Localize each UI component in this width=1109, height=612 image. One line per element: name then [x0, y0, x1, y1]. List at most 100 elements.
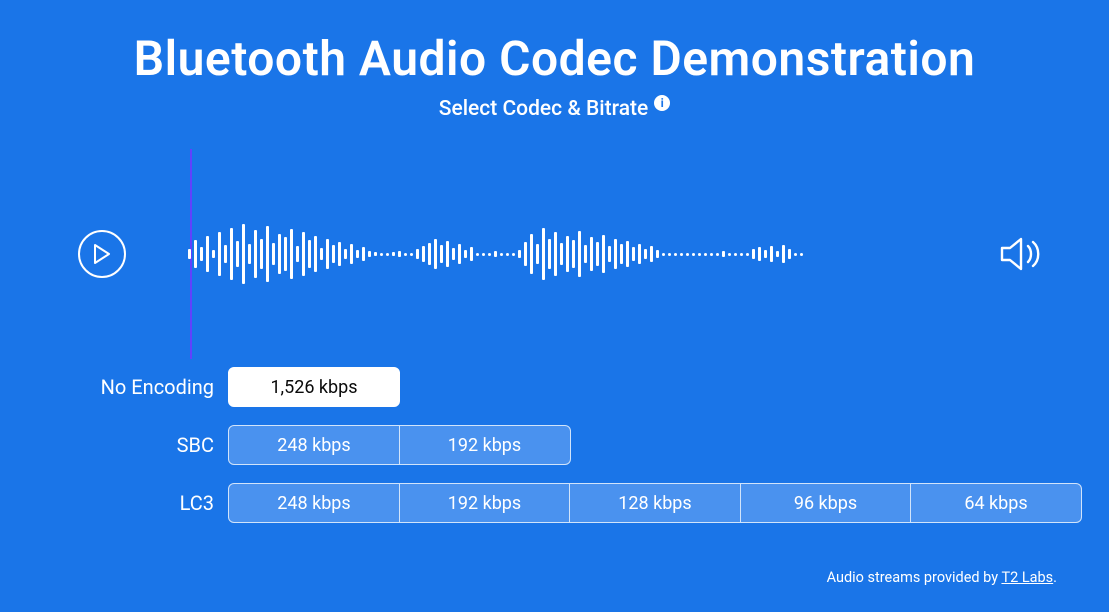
bitrate-button[interactable]: 192 kbps	[399, 483, 571, 523]
play-icon	[93, 244, 111, 264]
waveform-bar	[338, 242, 341, 266]
waveform-bar	[734, 253, 737, 256]
waveform-bar	[248, 244, 251, 264]
waveform-bar	[320, 248, 323, 260]
waveform-bar	[752, 249, 755, 259]
codec-button-group: 248 kbps192 kbps128 kbps96 kbps64 kbps	[228, 483, 1082, 523]
waveform-bar	[656, 250, 659, 258]
waveform-bar	[422, 246, 425, 262]
waveform-bar	[668, 253, 671, 256]
waveform-bar	[782, 245, 785, 263]
waveform-bar	[218, 232, 221, 276]
bitrate-button[interactable]: 248 kbps	[228, 425, 400, 465]
player-area	[48, 149, 1061, 359]
waveform-bar	[230, 228, 233, 280]
waveform-bar	[740, 253, 743, 256]
waveform-bar	[686, 253, 689, 256]
waveform-bar	[290, 229, 293, 279]
play-button[interactable]	[78, 230, 126, 278]
bitrate-button[interactable]: 192 kbps	[399, 425, 571, 465]
waveform-bar	[494, 251, 497, 257]
attribution-suffix: .	[1053, 569, 1057, 586]
waveform-bar	[638, 244, 641, 264]
waveform-bar	[188, 249, 191, 259]
waveform-bar	[698, 253, 701, 256]
waveform-bar	[410, 253, 413, 256]
waveform-bar	[392, 252, 395, 256]
waveform-bar	[644, 249, 647, 259]
waveform-bar	[626, 241, 629, 267]
waveform-bar	[200, 247, 203, 261]
bitrate-button[interactable]: 1,526 kbps	[228, 367, 400, 407]
waveform-bar	[326, 239, 329, 269]
waveform-bar	[302, 232, 305, 276]
waveform-bar	[560, 243, 563, 265]
waveform-bar	[710, 253, 713, 256]
waveform-bar	[704, 253, 707, 256]
waveform-bar	[482, 253, 485, 256]
waveform-bar	[470, 247, 473, 261]
waveform-bar	[284, 237, 287, 271]
waveform-bar	[572, 240, 575, 268]
speaker-icon[interactable]	[999, 234, 1045, 274]
waveform-bar	[464, 250, 467, 258]
waveform-bar	[452, 248, 455, 260]
attribution: Audio streams provided by T2 Labs.	[827, 569, 1057, 586]
waveform-bar	[578, 231, 581, 277]
bitrate-button[interactable]: 64 kbps	[910, 483, 1082, 523]
waveform-bar	[434, 239, 437, 269]
waveform-bar	[758, 247, 761, 261]
waveform-bar	[596, 242, 599, 266]
waveform-bar	[488, 253, 491, 256]
attribution-link[interactable]: T2 Labs	[1001, 569, 1053, 586]
waveform-bar	[776, 251, 779, 257]
waveform-bar	[692, 253, 695, 256]
bitrate-button[interactable]: 96 kbps	[740, 483, 912, 523]
waveform-bar	[314, 236, 317, 272]
subtitle-row: Select Codec & Bitrate i	[48, 97, 1061, 121]
waveform-bar	[356, 250, 359, 258]
waveform-bar	[350, 244, 353, 264]
waveform-bar	[608, 246, 611, 262]
waveform-bar	[380, 253, 383, 256]
waveform-bar	[728, 253, 731, 256]
waveform-bar	[590, 237, 593, 271]
waveform-bar	[770, 246, 773, 262]
waveform-bar	[446, 241, 449, 267]
page-title: Bluetooth Audio Codec Demonstration	[48, 30, 1061, 87]
codec-row: LC3248 kbps192 kbps128 kbps96 kbps64 kbp…	[48, 483, 1061, 523]
waveform-bar	[428, 243, 431, 265]
waveform[interactable]	[188, 218, 975, 290]
waveform-bar	[344, 249, 347, 259]
waveform-bar	[506, 253, 509, 256]
waveform-bar	[416, 249, 419, 259]
waveform-bar	[266, 226, 269, 282]
waveform-bar	[794, 253, 797, 256]
codec-button-group: 1,526 kbps	[228, 367, 1061, 407]
waveform-bar	[374, 252, 377, 256]
waveform-bar	[500, 253, 503, 256]
waveform-bar	[746, 253, 749, 256]
waveform-bar	[404, 253, 407, 256]
waveform-bar	[362, 247, 365, 261]
waveform-bar	[632, 247, 635, 261]
codec-button-group: 248 kbps192 kbps	[228, 425, 1061, 465]
waveform-bar	[332, 245, 335, 263]
waveform-bar	[512, 253, 515, 256]
bitrate-button[interactable]: 128 kbps	[569, 483, 741, 523]
waveform-bar	[584, 245, 587, 263]
waveform-bar	[662, 253, 665, 256]
info-icon[interactable]: i	[654, 95, 670, 111]
waveform-bar	[260, 239, 263, 269]
codec-label: LC3	[48, 491, 228, 515]
waveform-bar	[308, 240, 311, 268]
waveform-bar	[398, 251, 401, 257]
attribution-prefix: Audio streams provided by	[827, 569, 1002, 586]
bitrate-button[interactable]: 248 kbps	[228, 483, 400, 523]
waveform-bar	[476, 253, 479, 256]
waveform-bar	[542, 228, 545, 280]
waveform-bar	[518, 250, 521, 258]
waveform-bar	[458, 244, 461, 264]
waveform-bar	[602, 235, 605, 273]
waveform-bar	[206, 236, 209, 272]
